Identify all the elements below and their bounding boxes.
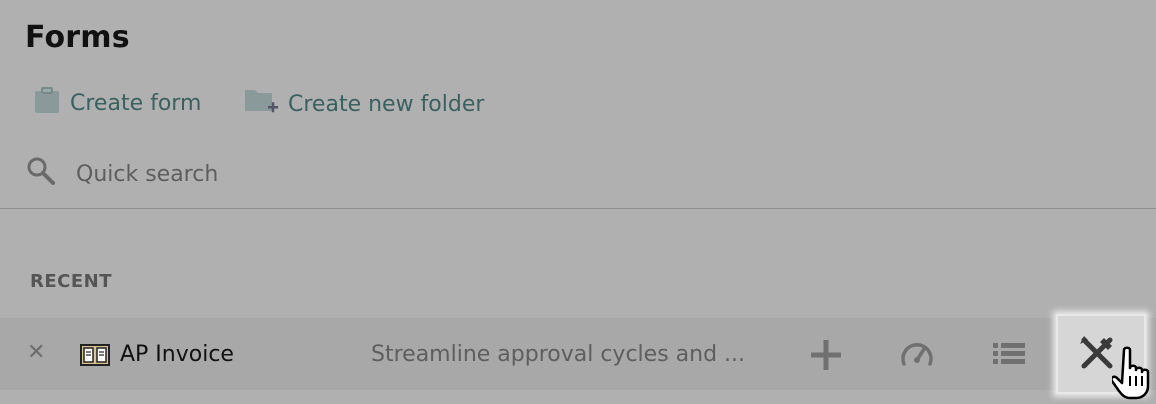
close-icon[interactable]: ✕ <box>27 340 45 365</box>
list-icon[interactable] <box>992 338 1026 372</box>
search-placeholder: Quick search <box>76 161 219 187</box>
quick-search-field[interactable]: Quick search <box>26 156 218 192</box>
hand-cursor-icon <box>1110 346 1156 404</box>
create-folder-label: Create new folder <box>288 91 485 117</box>
clipboard-icon <box>34 86 62 120</box>
form-icon <box>80 344 110 370</box>
plus-icon[interactable] <box>809 338 843 376</box>
divider <box>0 208 1156 209</box>
recent-item-row[interactable]: ✕ AP Invoice Streamline approval cycles … <box>0 318 1156 390</box>
page-title: Forms <box>25 20 130 55</box>
create-form-label: Create form <box>70 90 202 116</box>
dashboard-gauge-icon[interactable] <box>900 338 934 372</box>
tools-icon <box>1078 334 1116 376</box>
form-description: Streamline approval cycles and ... <box>371 342 746 367</box>
recent-section-label: RECENT <box>30 271 113 292</box>
create-folder-button[interactable]: Create new folder <box>244 86 484 122</box>
folder-add-icon <box>244 86 280 122</box>
create-form-button[interactable]: Create form <box>34 86 201 120</box>
form-name[interactable]: AP Invoice <box>120 342 234 367</box>
search-icon <box>26 156 56 192</box>
